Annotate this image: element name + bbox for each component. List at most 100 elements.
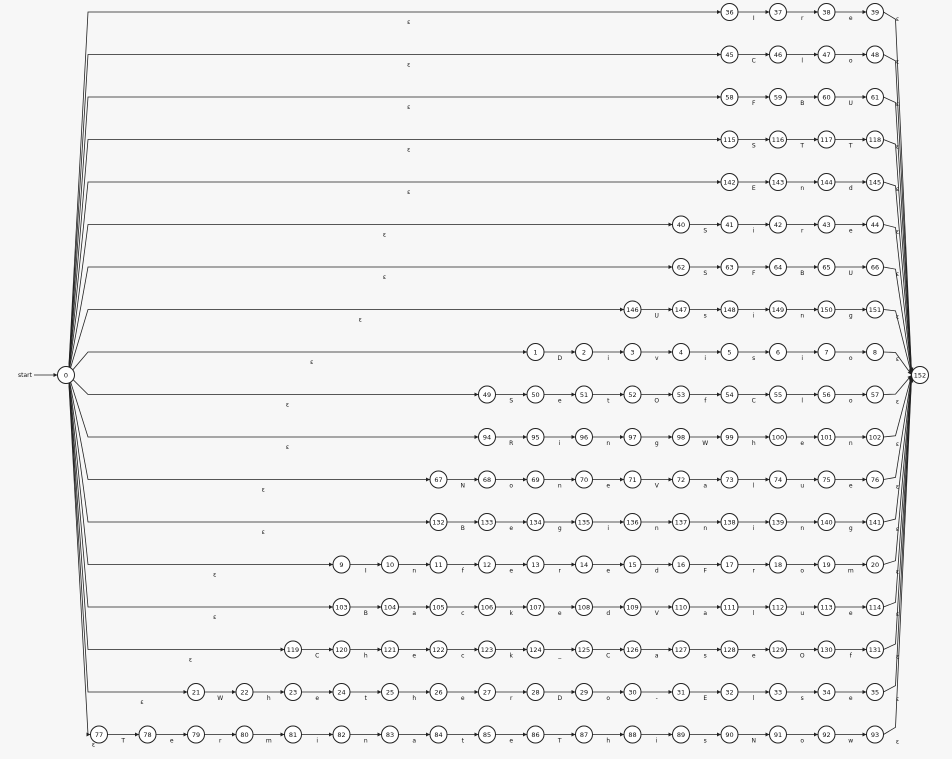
state-114-label: 114 (869, 603, 881, 611)
state-136: 136 (623, 513, 642, 531)
transition-label-13-7: F (704, 568, 708, 575)
state-1-label: 1 (533, 348, 537, 356)
transition-label-7-0: U (655, 313, 659, 320)
state-39: 39 (866, 3, 884, 21)
state-126-label: 126 (626, 646, 638, 654)
epsilon-label-out-17: ε (896, 739, 899, 746)
state-8-label: 8 (873, 348, 877, 356)
state-29: 29 (575, 683, 593, 701)
state-3: 3 (623, 343, 642, 361)
transition-label-10-0: R (509, 440, 513, 447)
final-state-label: 152 (914, 371, 926, 379)
state-65: 65 (817, 258, 836, 276)
state-147: 147 (672, 300, 690, 319)
state-111: 111 (720, 598, 739, 616)
transition-label-16-10: E (703, 695, 707, 702)
epsilon-label-out-4: ε (896, 186, 899, 193)
state-75-label: 75 (822, 476, 830, 484)
state-123-label: 123 (481, 646, 493, 654)
state-57: 57 (866, 385, 884, 404)
state-89: 89 (672, 725, 690, 744)
transition-label-0-1: r (801, 15, 804, 22)
state-108: 108 (575, 598, 593, 616)
state-66-label: 66 (871, 263, 879, 271)
state-4: 4 (672, 343, 690, 361)
transition-label-16-0: W (217, 695, 223, 702)
state-84-label: 84 (434, 731, 442, 739)
state-16: 16 (672, 555, 690, 574)
state-128-label: 128 (723, 646, 735, 654)
state-49-label: 49 (483, 391, 491, 399)
state-129: 129 (769, 640, 787, 659)
state-33-label: 33 (774, 688, 782, 696)
transition-label-16-13: e (849, 695, 853, 702)
state-41-label: 41 (725, 221, 733, 229)
transition-label-15-11: f (850, 653, 853, 660)
state-36-label: 36 (725, 8, 733, 16)
state-6: 6 (769, 343, 787, 361)
epsilon-label-out-14: ε (896, 611, 899, 618)
state-31-label: 31 (677, 688, 685, 696)
transition-label-17-1: e (170, 738, 174, 745)
state-139: 139 (769, 513, 787, 531)
state-44: 44 (866, 215, 884, 234)
state-27-label: 27 (483, 688, 491, 696)
transition-label-13-5: e (606, 568, 610, 575)
state-37: 37 (769, 3, 787, 21)
transition-label-4-2: d (849, 185, 853, 192)
state-108-label: 108 (578, 603, 590, 611)
state-79-label: 79 (192, 731, 200, 739)
transition-label-3-0: S (752, 143, 756, 150)
state-106-label: 106 (481, 603, 493, 611)
transition-label-8-4: s (752, 355, 755, 362)
epsilon-edge-in-8 (68, 350, 527, 375)
transition-label-17-5: n (364, 738, 368, 745)
state-110-label: 110 (675, 603, 687, 611)
transition-label-17-15: w (848, 738, 853, 745)
transition-label-13-6: d (655, 568, 659, 575)
state-101: 101 (817, 428, 836, 446)
transition-label-16-12: s (801, 695, 804, 702)
state-131: 131 (866, 640, 884, 659)
state-146-label: 146 (626, 306, 638, 314)
epsilon-label-out-16: ε (896, 696, 899, 703)
state-34: 34 (817, 683, 836, 701)
epsilon-label-in-5: ε (383, 232, 386, 239)
state-11: 11 (429, 555, 448, 574)
state-81: 81 (284, 725, 302, 744)
state-137-label: 137 (675, 518, 687, 526)
state-72-label: 72 (677, 476, 685, 484)
state-119-label: 119 (287, 646, 299, 654)
epsilon-label-out-11: ε (896, 484, 899, 491)
transition-label-15-7: a (655, 653, 659, 660)
state-109: 109 (623, 598, 642, 616)
transition-label-12-6: i (753, 525, 755, 532)
state-40: 40 (672, 215, 690, 234)
transition-label-17-14: o (800, 738, 804, 745)
transition-label-14-3: k (510, 610, 514, 617)
transition-label-16-3: t (365, 695, 368, 702)
epsilon-label-in-10: ε (286, 444, 289, 451)
transition-label-17-2: r (219, 738, 222, 745)
transition-label-14-6: V (655, 610, 660, 617)
state-58: 58 (720, 88, 739, 106)
state-101-label: 101 (820, 433, 832, 441)
transition-label-11-0: N (461, 483, 466, 490)
transition-label-17-4: i (316, 738, 318, 745)
epsilon-label-out-0: ε (896, 16, 899, 23)
state-148: 148 (720, 300, 739, 319)
start-state-label: 0 (64, 371, 68, 379)
transition-label-5-1: i (753, 228, 755, 235)
transition-label-16-9: - (656, 695, 658, 702)
transition-label-13-9: o (800, 568, 804, 575)
state-133-label: 133 (481, 518, 493, 526)
state-57-label: 57 (871, 391, 879, 399)
state-132-label: 132 (432, 518, 444, 526)
state-143-label: 143 (772, 178, 784, 186)
state-95: 95 (526, 428, 545, 446)
state-59-label: 59 (774, 93, 782, 101)
state-5: 5 (720, 343, 739, 361)
state-105-label: 105 (432, 603, 444, 611)
state-92-label: 92 (822, 731, 830, 739)
transition-label-12-7: n (800, 525, 804, 532)
